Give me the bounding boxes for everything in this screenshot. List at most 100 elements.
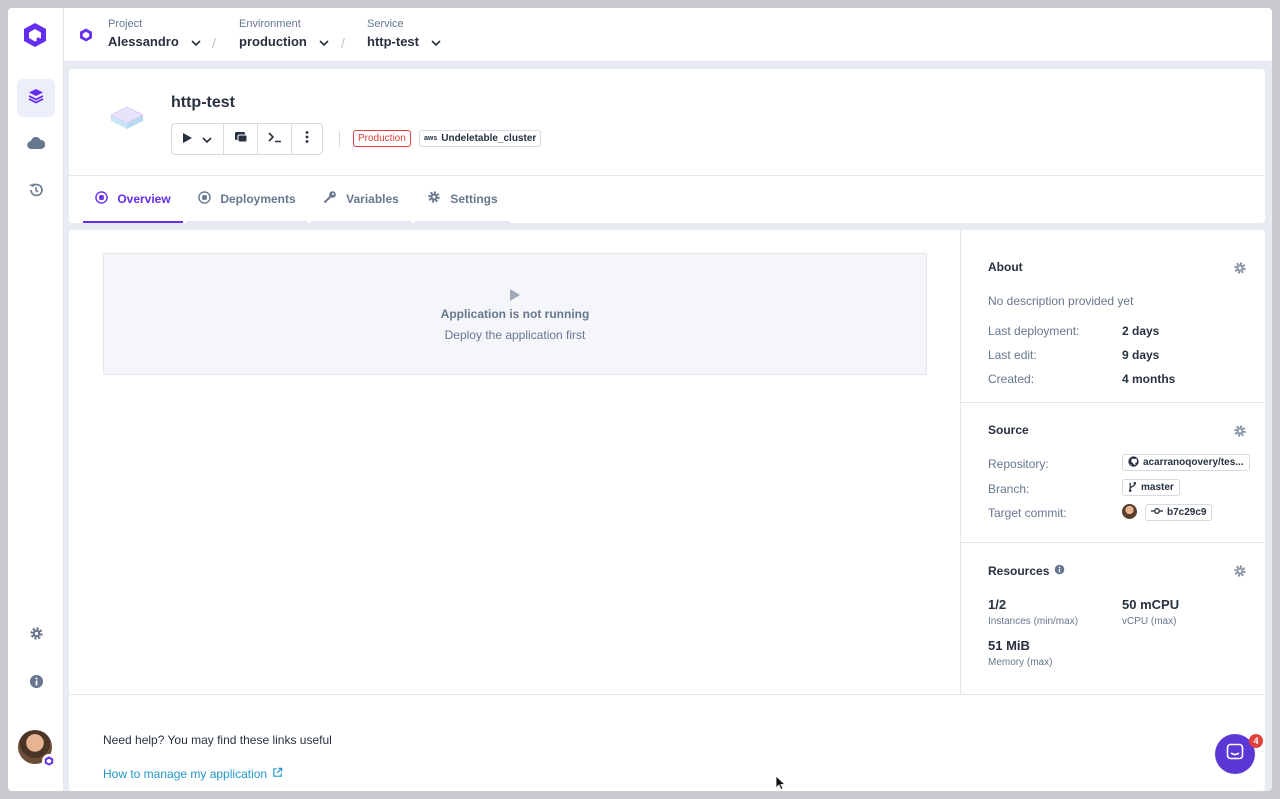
repository-label: Repository: [988, 457, 1049, 471]
service-title: http-test [171, 94, 235, 111]
about-key: Last edit: [988, 348, 1037, 362]
breadcrumb-separator: / [341, 35, 345, 51]
play-icon [183, 130, 192, 148]
details-sidebar: About No description provided yet Last d… [960, 230, 1266, 694]
sidebar [8, 8, 64, 791]
tab-label: Overview [117, 191, 171, 206]
deploy-button[interactable] [172, 124, 224, 154]
deployments-icon [198, 190, 212, 207]
terminal-icon [267, 130, 282, 148]
overview-panel: Application is not running Deploy the ap… [69, 230, 1266, 791]
tab-label: Settings [450, 191, 498, 206]
app-window: Project Alessandro / Environment product… [8, 8, 1272, 791]
breadcrumb-environment-value: production [239, 34, 307, 49]
commit-hash: b7c29c9 [1167, 507, 1207, 518]
about-section: About No description provided yet Last d… [961, 230, 1266, 403]
breadcrumb-service-label: Service [367, 18, 404, 30]
user-avatar[interactable] [18, 730, 56, 768]
aws-icon: aws [424, 135, 438, 142]
about-value: 2 days [1122, 324, 1160, 338]
about-value: 4 months [1122, 372, 1176, 386]
help-link[interactable]: How to manage my application [103, 767, 283, 781]
qovery-logo[interactable] [22, 22, 48, 48]
commit-author-avatar [1122, 504, 1137, 519]
mouse-cursor-icon [775, 775, 787, 791]
about-value: 9 days [1122, 348, 1160, 362]
about-settings-icon[interactable] [1233, 261, 1247, 275]
memory-value: 51 MiB [988, 638, 1030, 653]
application-status-panel: Application is not running Deploy the ap… [103, 253, 927, 375]
about-description: No description provided yet [988, 294, 1134, 308]
source-title: Source [988, 423, 1029, 437]
tab-deployments[interactable]: Deployments [187, 176, 307, 223]
commit-label: Target commit: [988, 506, 1067, 520]
help-link-label: How to manage my application [103, 767, 268, 781]
breadcrumb-service-value: http-test [367, 34, 419, 49]
scroll-icon [234, 130, 248, 148]
tab-overview[interactable]: Overview [83, 176, 183, 223]
history-icon [28, 182, 44, 203]
repository-name: acarranoqovery/tes... [1143, 457, 1244, 468]
layers-icon [28, 88, 44, 109]
breadcrumb-project-label: Project [108, 18, 143, 30]
qovery-badge-icon [42, 754, 56, 768]
more-actions-button[interactable] [292, 124, 322, 154]
chat-icon [1226, 743, 1244, 766]
branch-chip[interactable]: master [1122, 479, 1180, 496]
breadcrumb-service[interactable]: Service http-test [367, 18, 441, 49]
top-bar: Project Alessandro / Environment product… [64, 8, 1272, 62]
terminal-button[interactable] [258, 124, 292, 154]
resources-settings-icon[interactable] [1233, 564, 1247, 578]
branch-name: master [1141, 482, 1174, 493]
repository-chip[interactable]: acarranoqovery/tes... [1122, 454, 1250, 471]
tab-label: Deployments [220, 191, 296, 206]
cloud-icon [27, 136, 46, 155]
breadcrumb-separator: / [212, 35, 216, 51]
divider [339, 131, 340, 147]
tab-label: Variables [346, 191, 399, 206]
chevron-down-icon [191, 34, 201, 49]
branch-label: Branch: [988, 482, 1030, 496]
tab-variables[interactable]: Variables [311, 176, 411, 223]
chevron-down-icon [319, 34, 329, 49]
git-commit-icon [1151, 507, 1163, 518]
instances-value: 1/2 [988, 597, 1007, 612]
project-icon [79, 28, 93, 47]
gear-icon [427, 190, 441, 207]
external-link-icon [272, 767, 283, 781]
environment-badge: Production [353, 130, 411, 147]
breadcrumb-environment[interactable]: Environment production [239, 18, 329, 49]
help-text: Need help? You may find these links usef… [103, 733, 332, 747]
sidebar-item-services[interactable] [17, 79, 55, 117]
source-settings-icon[interactable] [1233, 424, 1247, 438]
status-title: Application is not running [440, 307, 590, 321]
help-divider [69, 694, 1265, 695]
about-key: Last deployment: [988, 324, 1080, 338]
key-icon [323, 190, 337, 207]
memory-label: Memory (max) [988, 657, 1053, 668]
sidebar-item-infrastructure[interactable] [17, 126, 55, 164]
info-icon[interactable] [1054, 564, 1065, 578]
resources-section: Resources 1/2 Instances (min/max) 50 mCP… [961, 543, 1266, 694]
application-icon [107, 99, 147, 139]
sidebar-item-settings[interactable] [17, 617, 55, 655]
vcpu-label: vCPU (max) [1122, 616, 1177, 627]
service-actions [171, 123, 323, 155]
breadcrumb-project[interactable]: Project Alessandro [108, 18, 201, 49]
sidebar-item-info[interactable] [17, 665, 55, 703]
logs-button[interactable] [224, 124, 258, 154]
instances-label: Instances (min/max) [988, 616, 1079, 627]
overview-icon [95, 190, 109, 207]
resources-header: Resources [988, 564, 1065, 578]
cluster-name: Undeletable_cluster [441, 133, 537, 144]
cluster-badge: aws Undeletable_cluster [419, 130, 542, 147]
vcpu-value: 50 mCPU [1122, 597, 1180, 612]
github-icon [1128, 455, 1139, 470]
commit-chip[interactable]: b7c29c9 [1145, 504, 1213, 521]
breadcrumb-environment-label: Environment [239, 18, 301, 30]
tab-settings[interactable]: Settings [415, 176, 510, 223]
info-icon [29, 674, 44, 694]
about-title: About [988, 260, 1023, 274]
sidebar-item-history[interactable] [17, 173, 55, 211]
chevron-down-icon [202, 130, 212, 148]
